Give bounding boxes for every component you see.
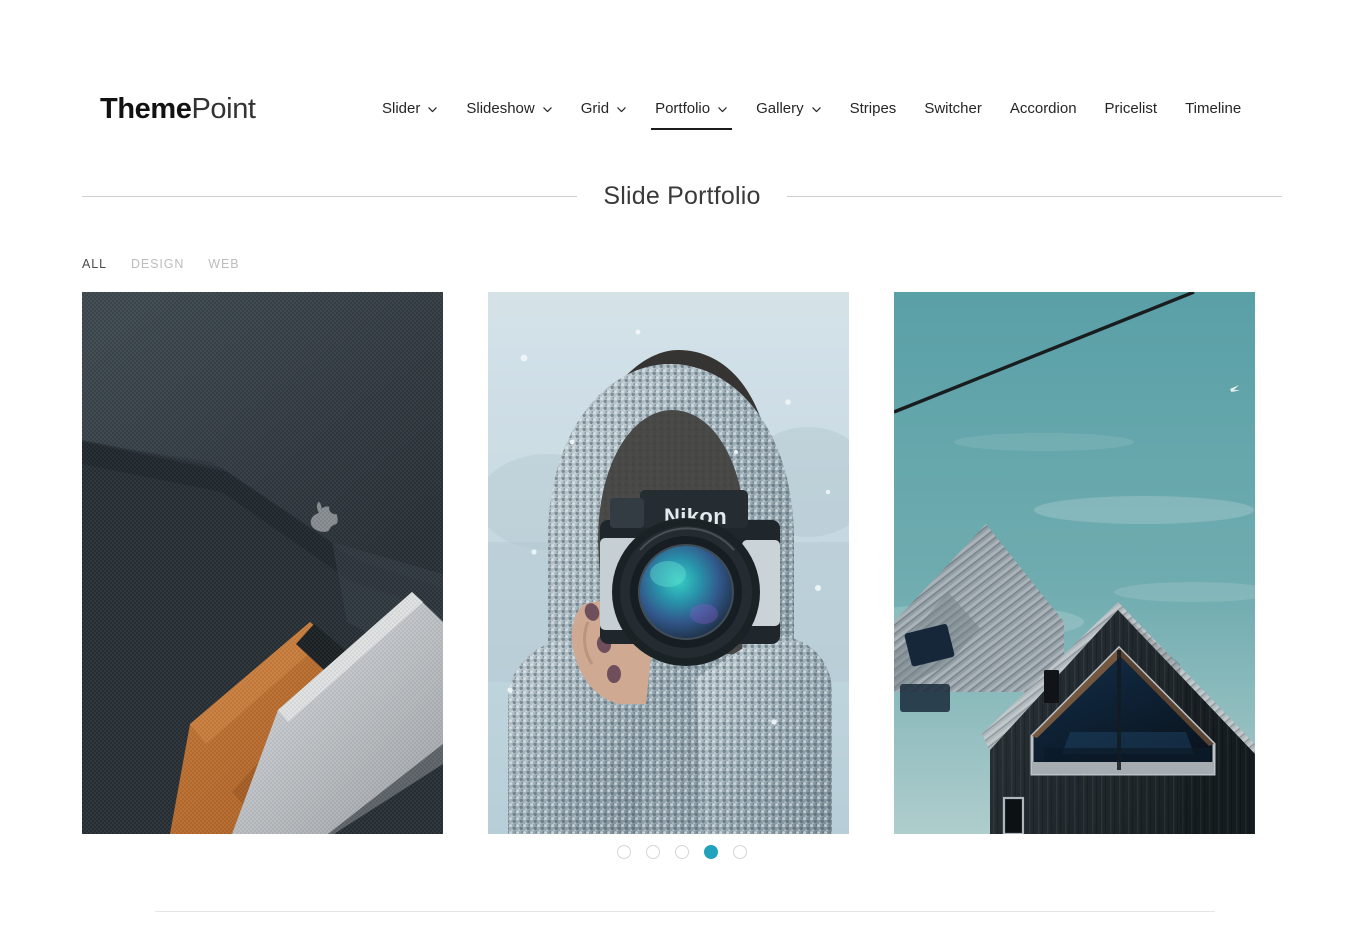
nav-item-label: Timeline bbox=[1185, 100, 1242, 117]
nav-item-label: Switcher bbox=[924, 100, 982, 117]
site-logo[interactable]: ThemePoint bbox=[100, 90, 256, 128]
filter-web[interactable]: WEB bbox=[208, 257, 239, 271]
chevron-down-icon bbox=[616, 104, 627, 115]
title-rule-right bbox=[786, 195, 1282, 197]
photographer-in-snow-image: Nikon bbox=[488, 292, 849, 834]
pagination-dot-1[interactable] bbox=[617, 845, 631, 859]
filter-all[interactable]: ALL bbox=[82, 257, 107, 271]
pagination-dot-4[interactable] bbox=[704, 845, 718, 859]
nav-item-slideshow[interactable]: Slideshow bbox=[452, 92, 566, 130]
chevron-down-icon bbox=[542, 104, 553, 115]
chevron-down-icon bbox=[811, 104, 822, 115]
nav-item-label: Slideshow bbox=[466, 100, 535, 117]
footer-divider bbox=[155, 911, 1215, 912]
portfolio-grid: Nikon bbox=[82, 292, 1257, 834]
main-navigation: Slider Slideshow Grid Portfolio Gallery Strip… bbox=[368, 92, 1255, 130]
portfolio-item-1[interactable] bbox=[82, 292, 443, 834]
nav-item-switcher[interactable]: Switcher bbox=[910, 92, 996, 130]
nav-item-label: Gallery bbox=[756, 100, 804, 117]
title-rule-left bbox=[82, 195, 578, 197]
page-title: Slide Portfolio bbox=[603, 181, 761, 210]
macbook-on-leather-sleeve-image bbox=[82, 292, 443, 834]
pagination-dot-2[interactable] bbox=[646, 845, 660, 859]
logo-text-secondary: Point bbox=[191, 93, 256, 125]
nav-item-label: Stripes bbox=[849, 100, 897, 117]
portfolio-item-3[interactable] bbox=[894, 292, 1255, 834]
chevron-down-icon bbox=[427, 104, 438, 115]
nav-item-label: Grid bbox=[580, 100, 610, 117]
nav-item-label: Pricelist bbox=[1104, 100, 1158, 117]
nav-item-label: Accordion bbox=[1009, 100, 1077, 117]
pagination-dot-5[interactable] bbox=[733, 845, 747, 859]
nav-item-pricelist[interactable]: Pricelist bbox=[1091, 92, 1172, 130]
site-header: ThemePoint Slider Slideshow Grid Portfolio G… bbox=[0, 0, 1364, 168]
section-title-bar: Slide Portfolio bbox=[82, 178, 1282, 214]
nav-item-grid[interactable]: Grid bbox=[567, 92, 641, 130]
logo-text-primary: Theme bbox=[100, 93, 192, 125]
portfolio-filter-tabs: ALL DESIGN WEB bbox=[82, 257, 239, 271]
nav-item-slider[interactable]: Slider bbox=[368, 92, 452, 130]
nav-item-portfolio[interactable]: Portfolio bbox=[641, 92, 742, 130]
black-barn-house-image bbox=[894, 292, 1255, 834]
nav-item-label: Portfolio bbox=[655, 100, 711, 117]
portfolio-page: ThemePoint Slider Slideshow Grid Portfolio G… bbox=[0, 0, 1364, 931]
nav-item-gallery[interactable]: Gallery bbox=[742, 92, 836, 130]
nav-item-label: Slider bbox=[382, 100, 421, 117]
pagination-dot-3[interactable] bbox=[675, 845, 689, 859]
nav-item-accordion[interactable]: Accordion bbox=[996, 92, 1091, 130]
portfolio-item-2[interactable]: Nikon bbox=[488, 292, 849, 834]
nav-item-stripes[interactable]: Stripes bbox=[836, 92, 911, 130]
chevron-down-icon bbox=[717, 104, 728, 115]
carousel-pagination bbox=[0, 845, 1364, 859]
filter-design[interactable]: DESIGN bbox=[131, 257, 184, 271]
nav-item-timeline[interactable]: Timeline bbox=[1171, 92, 1255, 130]
